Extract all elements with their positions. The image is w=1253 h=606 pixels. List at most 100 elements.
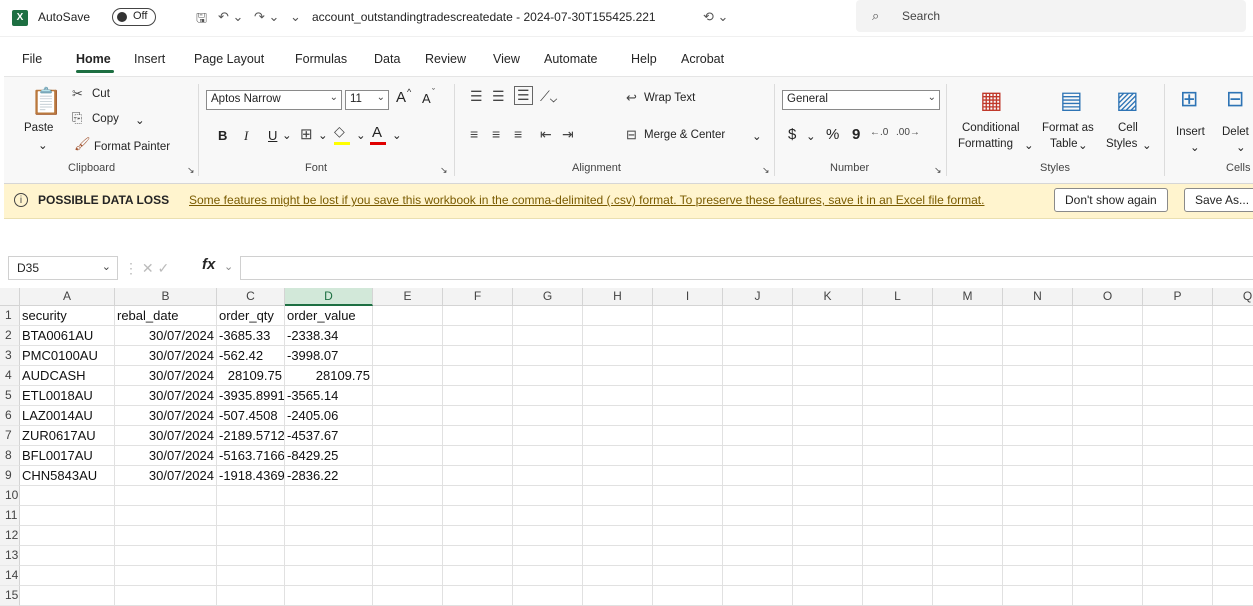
cell-f9[interactable] [443,466,513,486]
increase-font-icon[interactable]: A [396,89,406,106]
cell-p4[interactable] [1143,366,1213,386]
cell-d8[interactable]: -8429.25 [285,446,373,466]
cell-h14[interactable] [583,566,653,586]
tab-automate[interactable]: Automate [544,52,598,66]
cell-n4[interactable] [1003,366,1073,386]
tab-home[interactable]: Home [76,52,111,66]
column-header-o[interactable]: O [1073,288,1143,306]
cell-b6[interactable]: 30/07/2024 [115,406,217,426]
cell-q7[interactable] [1213,426,1253,446]
redo-icon[interactable]: ↷ ⌄ [254,9,279,25]
column-header-j[interactable]: J [723,288,793,306]
cell-p3[interactable] [1143,346,1213,366]
cell-c7[interactable]: -2189.5712 [217,426,285,446]
cell-q8[interactable] [1213,446,1253,466]
cell-g11[interactable] [513,506,583,526]
copy-button[interactable]: Copy [92,113,119,125]
cell-c13[interactable] [217,546,285,566]
percent-button[interactable]: % [826,126,839,143]
cell-d6[interactable]: -2405.06 [285,406,373,426]
cell-k6[interactable] [793,406,863,426]
cell-g12[interactable] [513,526,583,546]
select-all-button[interactable] [0,288,20,306]
cell-c10[interactable] [217,486,285,506]
cell-c12[interactable] [217,526,285,546]
cell-j10[interactable] [723,486,793,506]
cell-a5[interactable]: ETL0018AU [20,386,115,406]
cell-m7[interactable] [933,426,1003,446]
chevron-down-icon[interactable]: ⌄ [1236,140,1246,154]
increase-indent-icon[interactable]: ⇥ [562,126,574,143]
cell-f13[interactable] [443,546,513,566]
cell-q14[interactable] [1213,566,1253,586]
cell-p14[interactable] [1143,566,1213,586]
cell-b11[interactable] [115,506,217,526]
cell-e9[interactable] [373,466,443,486]
cell-n1[interactable] [1003,306,1073,326]
cell-l13[interactable] [863,546,933,566]
cell-g4[interactable] [513,366,583,386]
format-painter-button[interactable]: Format Painter [94,141,170,153]
clipboard-launcher-icon[interactable]: ↘ [187,165,195,176]
cell-k12[interactable] [793,526,863,546]
currency-dropdown-icon[interactable]: ⌄ [806,129,816,143]
cell-e12[interactable] [373,526,443,546]
cell-q1[interactable] [1213,306,1253,326]
cell-m2[interactable] [933,326,1003,346]
cell-e13[interactable] [373,546,443,566]
cell-f8[interactable] [443,446,513,466]
cell-b12[interactable] [115,526,217,546]
cell-n3[interactable] [1003,346,1073,366]
cell-a10[interactable] [20,486,115,506]
cell-e3[interactable] [373,346,443,366]
paste-icon[interactable]: 📋 [30,86,62,117]
row-header-2[interactable]: 2 [0,326,20,346]
underline-button[interactable]: U [268,128,277,143]
column-header-f[interactable]: F [443,288,513,306]
cell-m6[interactable] [933,406,1003,426]
cell-a9[interactable]: CHN5843AU [20,466,115,486]
borders-dropdown-icon[interactable]: ⌄ [318,128,328,142]
orientation-icon[interactable]: ⟋⌄ [540,88,557,105]
number-launcher-icon[interactable]: ↘ [934,165,942,176]
cell-m12[interactable] [933,526,1003,546]
insert-function-button[interactable]: fx [202,256,215,273]
cell-o8[interactable] [1073,446,1143,466]
cell-n8[interactable] [1003,446,1073,466]
decrease-indent-icon[interactable]: ⇤ [540,126,552,143]
cell-o11[interactable] [1073,506,1143,526]
cell-k10[interactable] [793,486,863,506]
align-center-icon[interactable]: ≡ [492,126,500,142]
tab-formulas[interactable]: Formulas [295,52,347,66]
conditional-formatting-label-2[interactable]: Formatting [958,138,1013,150]
cell-l4[interactable] [863,366,933,386]
cell-c1[interactable]: order_qty [217,306,285,326]
comma-button[interactable]: 9 [852,126,860,143]
tab-review[interactable]: Review [425,52,466,66]
row-header-7[interactable]: 7 [0,426,20,446]
tab-help[interactable]: Help [631,52,657,66]
column-header-g[interactable]: G [513,288,583,306]
cell-q13[interactable] [1213,546,1253,566]
cell-d5[interactable]: -3565.14 [285,386,373,406]
cell-i12[interactable] [653,526,723,546]
cell-g14[interactable] [513,566,583,586]
cell-h15[interactable] [583,586,653,606]
cell-b8[interactable]: 30/07/2024 [115,446,217,466]
cell-j15[interactable] [723,586,793,606]
cell-o4[interactable] [1073,366,1143,386]
cell-g1[interactable] [513,306,583,326]
cell-d1[interactable]: order_value [285,306,373,326]
cell-l9[interactable] [863,466,933,486]
cell-n15[interactable] [1003,586,1073,606]
cell-b14[interactable] [115,566,217,586]
cell-h8[interactable] [583,446,653,466]
cell-b5[interactable]: 30/07/2024 [115,386,217,406]
cell-g15[interactable] [513,586,583,606]
row-header-11[interactable]: 11 [0,506,20,526]
cell-f7[interactable] [443,426,513,446]
align-right-icon[interactable]: ≡ [514,126,522,142]
cell-a2[interactable]: BTA0061AU [20,326,115,346]
cell-g13[interactable] [513,546,583,566]
cell-e1[interactable] [373,306,443,326]
